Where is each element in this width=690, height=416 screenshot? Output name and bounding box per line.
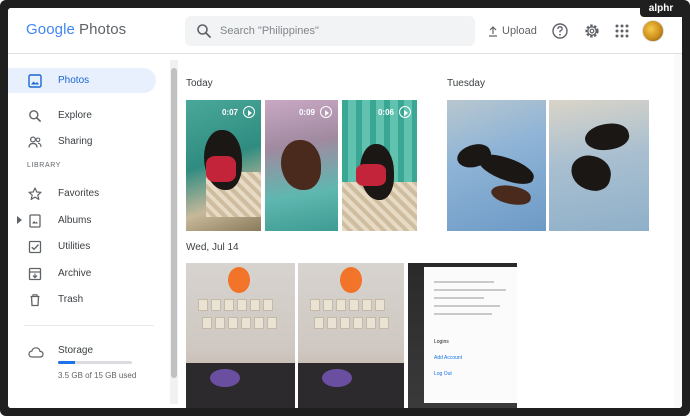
sidebar-item-label: Favorites xyxy=(58,188,100,199)
sidebar-item-photos[interactable]: Photos xyxy=(8,68,156,93)
settings-gear-icon[interactable] xyxy=(582,21,602,41)
sidebar-item-label: Trash xyxy=(58,294,84,305)
sidebar-item-explore[interactable]: Explore xyxy=(8,103,156,128)
screen-text: Log Out xyxy=(434,371,452,377)
play-icon xyxy=(399,106,411,118)
photo-icon xyxy=(28,74,42,88)
play-icon xyxy=(320,106,332,118)
main-scrollbar[interactable] xyxy=(674,54,682,408)
photo-thumbnail[interactable] xyxy=(447,100,546,231)
google-photos-logo[interactable]: Google Photos xyxy=(26,21,126,38)
photo-thumbnail[interactable] xyxy=(549,100,649,231)
video-duration: 0:09 xyxy=(298,107,315,117)
sidebar-divider xyxy=(24,325,154,326)
sidebar-item-utilities[interactable]: Utilities xyxy=(8,234,156,259)
browser-window: GooglePhotos Upload xyxy=(8,8,682,408)
play-icon xyxy=(243,106,255,118)
checkbox-icon xyxy=(28,240,42,254)
sidebar-item-label: Albums xyxy=(58,215,92,226)
cloud-icon xyxy=(28,347,44,358)
upload-icon xyxy=(489,25,497,37)
watermark-badge: alphr xyxy=(640,0,682,17)
storage-progress-bar xyxy=(58,361,132,364)
video-duration: 0:07 xyxy=(221,107,238,117)
screen-text: Logins xyxy=(434,339,449,345)
expand-caret-icon[interactable] xyxy=(17,216,22,224)
video-badge: 0:07 xyxy=(222,106,255,118)
sidebar-scrollbar[interactable] xyxy=(170,60,178,404)
screen-text: Add Account xyxy=(434,355,463,361)
archive-icon xyxy=(28,267,42,281)
sidebar-item-label: Explore xyxy=(58,110,92,121)
library-section-label: LIBRARY xyxy=(27,162,62,169)
logo-word: Google xyxy=(26,21,75,38)
star-icon xyxy=(28,187,42,200)
album-icon xyxy=(29,214,41,228)
account-avatar[interactable] xyxy=(642,20,664,42)
apps-grid-icon[interactable] xyxy=(612,21,632,41)
video-badge: 0:09 xyxy=(299,106,332,118)
help-icon[interactable] xyxy=(550,21,570,41)
phone-screen: Logins Add Account Log Out xyxy=(424,267,517,403)
search-icon[interactable] xyxy=(196,23,212,39)
search-box[interactable] xyxy=(185,16,475,46)
upload-button[interactable]: Upload xyxy=(488,22,537,40)
sidebar-item-label: Utilities xyxy=(58,241,91,252)
photo-thumbnail[interactable] xyxy=(186,263,295,408)
date-group-title: Wed, Jul 14 xyxy=(186,242,239,253)
sidebar-item-favorites[interactable]: Favorites xyxy=(8,181,156,206)
date-group-title: Tuesday xyxy=(447,78,485,89)
sidebar-scrollbar-thumb[interactable] xyxy=(171,68,177,378)
trash-icon xyxy=(30,294,40,307)
people-icon xyxy=(28,136,42,148)
sidebar: Photos Explore Sharing LIBRARY Favorites xyxy=(8,54,170,408)
photo-thumbnail[interactable]: Logins Add Account Log Out xyxy=(408,263,517,408)
storage-usage-text: 3.5 GB of 15 GB used xyxy=(58,371,137,380)
video-duration: 0:06 xyxy=(377,107,394,117)
sidebar-item-label: Archive xyxy=(58,268,92,279)
sidebar-item-sharing[interactable]: Sharing xyxy=(8,129,156,154)
photo-thumbnail[interactable]: 0:06 xyxy=(342,100,417,231)
sidebar-item-trash[interactable]: Trash xyxy=(8,287,156,312)
search-icon xyxy=(29,110,42,123)
date-group-title: Today xyxy=(186,78,213,89)
photo-thumbnail[interactable]: 0:09 xyxy=(265,100,338,231)
storage-label[interactable]: Storage xyxy=(58,345,93,356)
search-input[interactable] xyxy=(220,16,460,46)
storage-progress-fill xyxy=(58,361,76,364)
sidebar-item-label: Photos xyxy=(58,75,90,86)
video-badge: 0:06 xyxy=(378,106,411,118)
photo-grid: Today 0:07 0:09 0:06 Tuesday Wed, Jul 14… xyxy=(178,54,674,408)
sidebar-item-label: Sharing xyxy=(58,136,93,147)
upload-label: Upload xyxy=(502,25,537,37)
photo-thumbnail[interactable] xyxy=(298,263,404,408)
top-bar: GooglePhotos Upload xyxy=(8,8,682,54)
photo-thumbnail[interactable]: 0:07 xyxy=(186,100,261,231)
sidebar-item-albums[interactable]: Albums xyxy=(8,208,156,233)
sidebar-item-archive[interactable]: Archive xyxy=(8,261,156,286)
logo-product: Photos xyxy=(78,21,127,38)
